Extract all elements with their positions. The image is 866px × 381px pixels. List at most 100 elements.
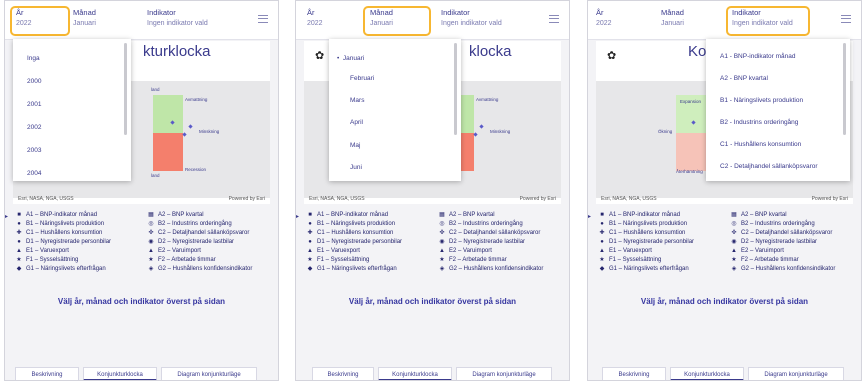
tab-beskrivning[interactable]: Beskrivning (602, 367, 666, 380)
indicator-select[interactable]: Indikator Ingen indikator vald (147, 8, 208, 30)
credit-left: Esri, NASA, NGA, USGS (309, 196, 365, 202)
tab-diagram[interactable]: Diagram konjunkturläge (456, 367, 552, 380)
legend-item: ▲ E2 – Varuimport (731, 248, 784, 254)
menu-icon[interactable] (841, 15, 851, 23)
year-label: År (596, 8, 604, 17)
indicator-marker[interactable] (479, 124, 484, 129)
indicator-marker[interactable] (188, 124, 193, 129)
month-option[interactable]: Juni (350, 164, 362, 172)
credit-right: Powered by Esri (811, 196, 848, 202)
credit-left: Esri, NASA, NGA, USGS (18, 196, 74, 202)
month-select[interactable]: Månad Januari (73, 8, 96, 30)
indicator-option[interactable]: C1 - Hushållens konsumtion (720, 141, 801, 149)
map-label: Recession (185, 167, 207, 172)
legend-item: ✚ C1 – Hushållens konsumtion (599, 230, 686, 236)
filter-bar: År 2022 Månad Januari Indikator Ingen in… (296, 1, 569, 40)
year-option[interactable]: 2004 (27, 170, 41, 178)
star-outline-icon: ★ (731, 257, 737, 263)
indicator-option[interactable]: B2 - Industrins orderingång (720, 119, 798, 127)
year-select[interactable]: År 2022 (307, 8, 323, 30)
legend-item: ◉ D2 – Nyregistrerade lastbilar (148, 239, 235, 245)
year-option[interactable]: 2000 (27, 78, 41, 86)
triangle-outline-icon: ▲ (439, 248, 445, 254)
circle-icon: ● (17, 221, 21, 227)
month-value: Januari (73, 20, 96, 27)
tab-diagram[interactable]: Diagram konjunkturläge (748, 367, 844, 380)
year-option[interactable]: 2001 (27, 101, 41, 109)
filter-bar: År 2022 Månad Januari Indikator Ingen in… (588, 1, 861, 40)
indicator-option[interactable]: B1 - Näringslivets produktion (720, 97, 803, 105)
tab-konjunkturklocka[interactable]: Konjunkturklocka (378, 367, 452, 380)
legend-item: ★ F2 – Arbetade timmar (439, 257, 507, 263)
tab-bar: Beskrivning Konjunkturklocka Diagram kon… (5, 363, 278, 380)
indicator-option[interactable]: A1 - BNP-indikator månad (720, 53, 796, 61)
month-option-selected[interactable]: • Januari (337, 55, 364, 63)
scrollbar[interactable] (124, 43, 127, 135)
legend-item: ◎ B2 – Industrins orderingång (731, 221, 815, 227)
menu-icon[interactable] (258, 15, 268, 23)
tab-bar: Beskrivning Konjunkturklocka Diagram kon… (588, 363, 861, 380)
month-option[interactable]: Mars (350, 97, 364, 105)
triangle-outline-icon: ▲ (731, 248, 737, 254)
map-title: kturklocka (143, 43, 211, 60)
legend-item: ◉ D2 – Nyregistrerade lastbilar (731, 239, 818, 245)
legend-item: ✚ C1 – Hushållens konsumtion (307, 230, 394, 236)
month-dropdown: • Januari Februari Mars April Maj Juni (329, 39, 461, 181)
indicator-marker[interactable] (182, 132, 187, 137)
instruction-text: Välj år, månad och indikator överst på s… (640, 297, 809, 306)
year-select[interactable]: År 2022 (596, 8, 612, 30)
legend-item: ✜ C2 – Detaljhandel sällanköpsvaror (439, 230, 541, 236)
star-outline-icon: ★ (439, 257, 445, 263)
circle-icon: ● (308, 221, 312, 227)
star-icon: ★ (307, 257, 313, 263)
month-option[interactable]: Februari (350, 75, 374, 83)
scrollbar[interactable] (843, 43, 846, 135)
tab-beskrivning[interactable]: Beskrivning (15, 367, 79, 380)
expand-arrow-icon[interactable]: ▸ (5, 213, 8, 220)
expand-arrow-icon[interactable]: ▸ (296, 213, 299, 220)
year-option[interactable]: 2002 (27, 124, 41, 132)
tab-diagram[interactable]: Diagram konjunkturläge (161, 367, 257, 380)
map-credits: Esri, NASA, NGA, USGS Powered by Esri (309, 196, 556, 202)
circle-half-icon: ◉ (731, 239, 737, 245)
month-option[interactable]: Maj (350, 142, 360, 150)
circle-icon: ● (600, 221, 604, 227)
year-option[interactable]: 2003 (27, 147, 41, 155)
circle-icon: ● (600, 239, 604, 245)
highlight-year (10, 6, 70, 36)
indicator-option[interactable]: C2 - Detaljhandel sällanköpsvaror (720, 163, 830, 171)
quadrant-aterhamtning (676, 133, 706, 171)
expand-arrow-icon[interactable]: ▸ (588, 213, 591, 220)
highlight-month (363, 6, 431, 36)
legend-item: ■ A1 – BNP-indikator månad (15, 211, 97, 219)
panel-year: År 2022 Månad Januari Indikator Ingen in… (4, 0, 279, 381)
indicator-select[interactable]: Indikator Ingen indikator vald (441, 8, 502, 30)
menu-icon[interactable] (549, 15, 559, 23)
scrollbar[interactable] (454, 43, 457, 135)
indicator-option[interactable]: A2 - BNP kvartal (720, 75, 768, 83)
year-label: År (307, 8, 315, 17)
legend-item: ✜ C2 – Detaljhandel sällanköpsvaror (148, 230, 250, 236)
triangle-icon: ▲ (307, 248, 313, 254)
tab-konjunkturklocka[interactable]: Konjunkturklocka (670, 367, 744, 380)
indicator-marker[interactable] (473, 132, 478, 137)
circle-target-icon: ◎ (439, 221, 445, 227)
diamond-icon: ◆ (307, 266, 313, 272)
legend-item: ▦ A2 – BNP kvartal (148, 212, 204, 218)
legend-item: ◈ G2 – Hushållens konfidensindikator (439, 266, 544, 272)
month-option[interactable]: April (350, 119, 363, 127)
diamond-icon: ◆ (16, 266, 22, 272)
month-select[interactable]: Månad Januari (661, 8, 684, 30)
legend-item: ■ A1 – BNP-indikator månad (306, 211, 388, 219)
legend-item: ▦ A2 – BNP kvartal (731, 212, 787, 218)
tab-konjunkturklocka[interactable]: Konjunkturklocka (83, 367, 157, 380)
map-credits: Esri, NASA, NGA, USGS Powered by Esri (601, 196, 848, 202)
legend-item: ● B1 – Näringslivets produktion (598, 220, 687, 228)
star-icon: ★ (16, 257, 22, 263)
tab-beskrivning[interactable]: Beskrivning (312, 367, 374, 380)
selected-dot-icon: • (337, 55, 340, 62)
legend-item: ● D1 – Nyregistrerade personbilar (306, 238, 402, 246)
year-option[interactable]: Inga (27, 55, 40, 63)
legend-item: ★ F1 – Sysselsättning (307, 257, 370, 263)
legend-item: ◉ D2 – Nyregistrerade lastbilar (439, 239, 526, 245)
